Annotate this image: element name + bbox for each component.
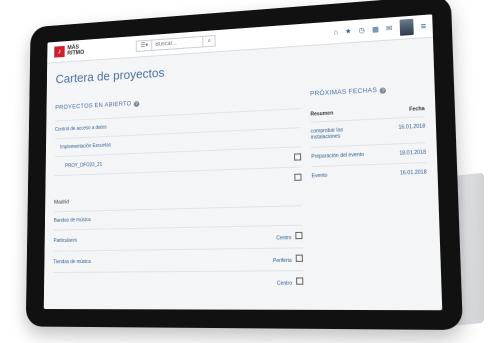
- search: ☰▾ ⌕: [136, 34, 216, 52]
- clock-icon[interactable]: ◷: [358, 26, 365, 34]
- open-projects-panel: PROYECTOS EN ABIERTO ? Control de acceso…: [52, 81, 304, 294]
- project-label: Implementación Escuelas: [59, 142, 111, 151]
- avatar[interactable]: [399, 18, 414, 36]
- calendar-icon[interactable]: ▦: [372, 25, 379, 33]
- search-filter-button[interactable]: ☰▾: [136, 39, 152, 52]
- date-summary: Preparación del evento: [311, 151, 365, 161]
- location-label: Periferia: [272, 257, 292, 265]
- date-row[interactable]: Evento 16.01.2018: [311, 162, 428, 186]
- home-icon[interactable]: ⌂: [334, 29, 338, 36]
- toolbar-icons: ⌂ ★ ◷ ▦ ✉ ≡: [333, 18, 426, 41]
- mail-icon[interactable]: ✉: [386, 24, 392, 32]
- screen: ♪ MÁS RITMO ☰▾ ⌕ ⌂ ★ ◷ ▦ ✉: [43, 14, 443, 311]
- project-row[interactable]: Centro: [52, 270, 304, 294]
- date-summary: comprobar las instalaciones: [310, 127, 344, 141]
- columns: PROYECTOS EN ABIERTO ? Control de acceso…: [52, 74, 431, 294]
- location-label: Centro: [276, 280, 293, 287]
- logo-mark-icon: ♪: [54, 45, 65, 58]
- main-content: Cartera de proyectos PROYECTOS EN ABIERT…: [44, 38, 442, 300]
- upcoming-dates-header: PRÓXIMAS FECHAS ?: [309, 84, 424, 98]
- app-logo[interactable]: ♪ MÁS RITMO: [54, 44, 85, 58]
- upcoming-dates-title: PRÓXIMAS FECHAS: [309, 86, 378, 98]
- info-icon[interactable]: ?: [380, 86, 387, 94]
- search-input[interactable]: [151, 35, 204, 51]
- device-photo: ♪ MÁS RITMO ☰▾ ⌕ ⌂ ★ ◷ ▦ ✉: [0, 0, 488, 343]
- date-summary: Evento: [311, 172, 328, 180]
- info-icon[interactable]: ?: [134, 100, 140, 107]
- document-icon[interactable]: [295, 254, 303, 262]
- location-label: Centro: [276, 235, 292, 242]
- date-column-header: Fecha: [409, 105, 425, 113]
- date-value: 16.01.2018: [399, 169, 427, 177]
- tablet: ♪ MÁS RITMO ☰▾ ⌕ ⌂ ★ ◷ ▦ ✉: [25, 0, 463, 331]
- project-label: Control de acceso a datos: [54, 124, 107, 133]
- project-label: Tiendas de música: [53, 258, 91, 265]
- date-value: 16.01.2018: [398, 123, 426, 131]
- document-icon[interactable]: [296, 277, 304, 285]
- logo-text: MÁS RITMO: [67, 44, 85, 57]
- project-row[interactable]: Tiendas de música Periferia: [53, 247, 304, 273]
- open-projects-header: PROYECTOS EN ABIERTO ?: [55, 91, 300, 111]
- document-icon[interactable]: [294, 153, 302, 161]
- project-row[interactable]: Particulares Centro: [53, 224, 303, 251]
- summary-column-header: Resumen: [310, 110, 334, 118]
- project-label: PROY_DFO23_21: [65, 161, 103, 169]
- project-label: Bandas de música: [53, 217, 91, 224]
- document-icon[interactable]: [295, 231, 303, 240]
- date-value: 18.01.2018: [399, 149, 427, 157]
- star-icon[interactable]: ★: [345, 27, 352, 35]
- menu-icon[interactable]: ≡: [420, 21, 426, 32]
- search-icon[interactable]: ⌕: [203, 34, 216, 48]
- upcoming-dates-panel: PRÓXIMAS FECHAS ? Resumen Fecha comproba…: [310, 74, 431, 293]
- project-label: Particulares: [53, 237, 78, 244]
- open-projects-title: PROYECTOS EN ABIERTO: [55, 100, 132, 112]
- document-icon[interactable]: [294, 173, 302, 181]
- logo-line2: RITMO: [67, 50, 85, 57]
